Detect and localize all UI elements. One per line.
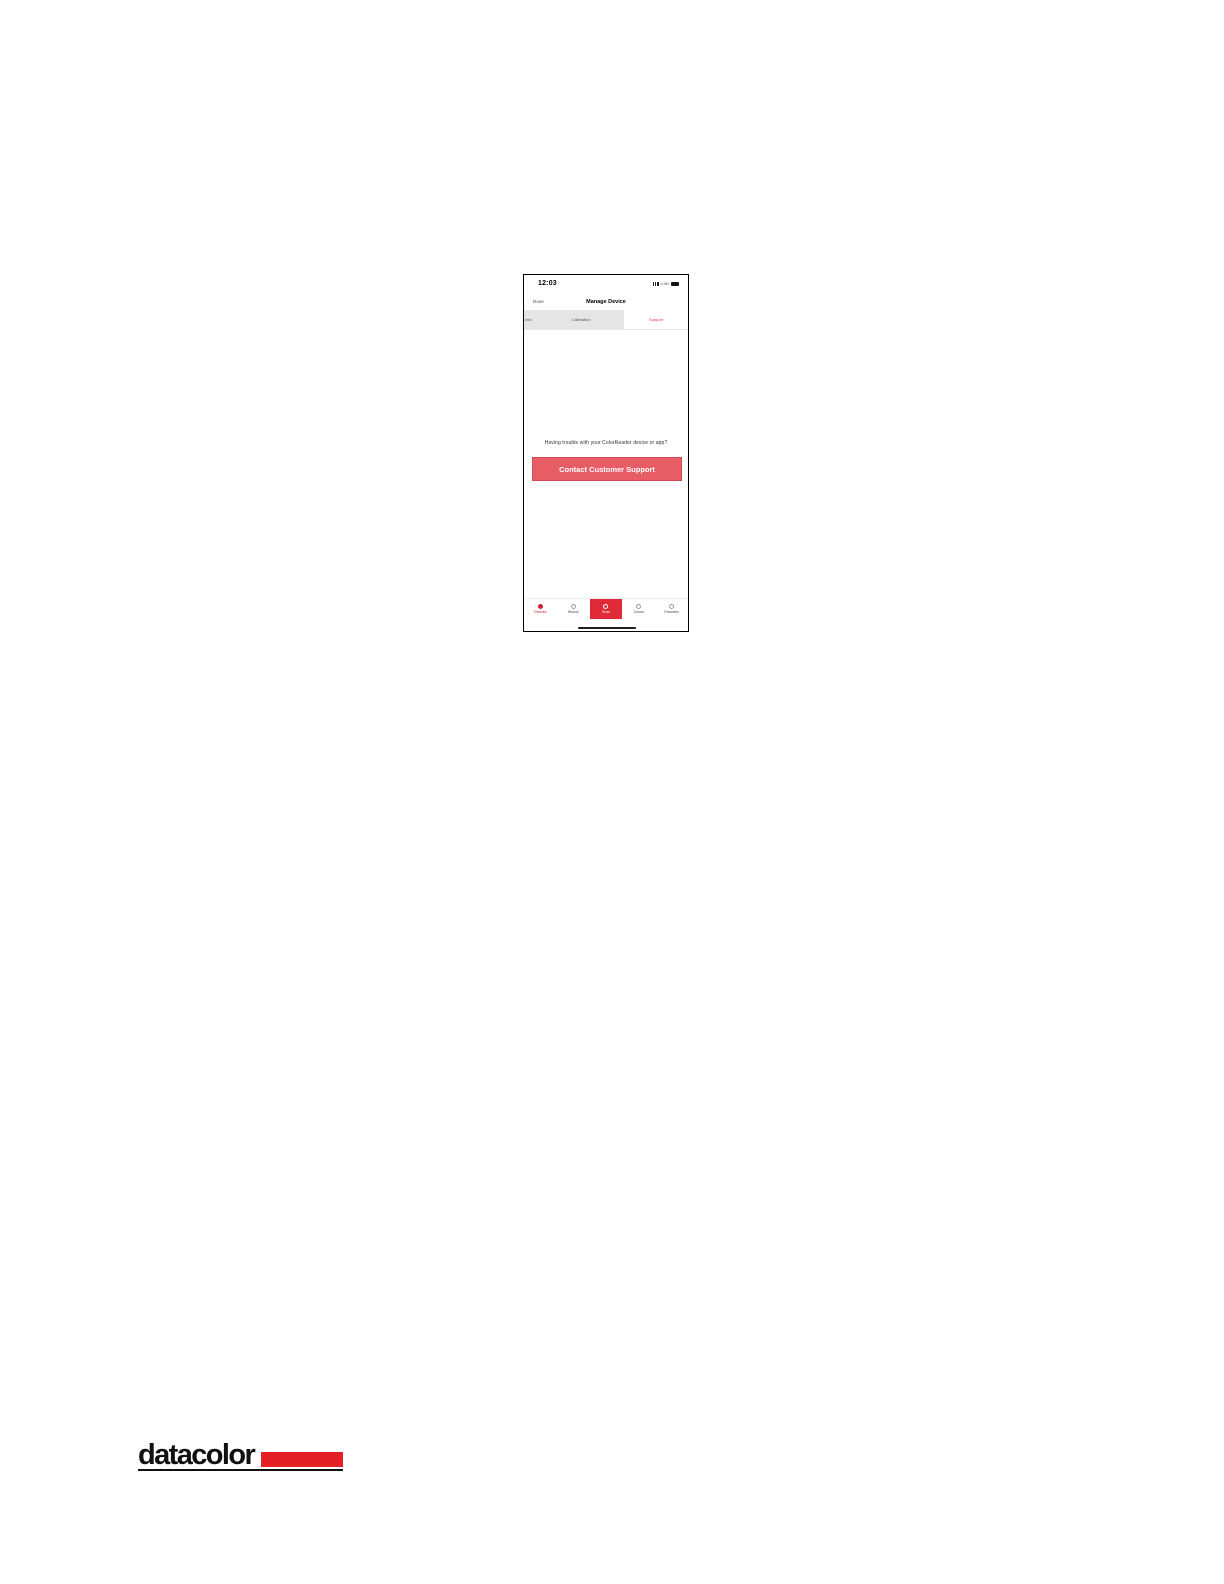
- logo-red-bar: [261, 1452, 343, 1467]
- tab-devices[interactable]: Devices: [524, 599, 557, 619]
- tab-calibration[interactable]: Calibration: [538, 310, 624, 329]
- datacolor-logo: datacolor: [138, 1440, 344, 1472]
- tab-colors-label: Colors: [633, 610, 644, 614]
- bottom-tab-bar: Devices History Scan Colors Favorites: [524, 598, 688, 619]
- logo-underline: [138, 1469, 343, 1471]
- tab-devices-label: Devices: [534, 610, 547, 614]
- logo-wordmark: datacolor: [138, 1439, 256, 1471]
- navigation-bar: Done Manage Device: [524, 297, 688, 309]
- tab-info[interactable]: Info: [524, 310, 538, 329]
- tab-history-label: History: [567, 610, 579, 614]
- page-title: Manage Device: [586, 299, 626, 305]
- favorites-icon: [669, 604, 675, 609]
- tab-scan-label: Scan: [602, 610, 610, 614]
- home-indicator: [578, 627, 636, 629]
- tab-history[interactable]: History: [557, 599, 590, 619]
- network-label: ıl 4G: [660, 281, 669, 286]
- tab-favorites[interactable]: Favorites: [655, 599, 688, 619]
- tab-scan[interactable]: Scan: [589, 599, 623, 619]
- segment-tabs: Info Calibration Support: [524, 310, 688, 330]
- status-icons: ıl 4G: [652, 281, 679, 286]
- tab-favorites-label: Favorites: [664, 610, 679, 614]
- colors-icon: [636, 604, 642, 609]
- status-bar: 12:03 ıl 4G: [524, 275, 688, 295]
- signal-icon: [652, 281, 659, 286]
- battery-icon: [671, 281, 679, 286]
- phone-screenshot: 12:03 ıl 4G Done Manage Device Info Cali…: [523, 274, 689, 632]
- scan-icon: [603, 604, 609, 609]
- tab-support[interactable]: Support: [624, 310, 688, 329]
- contact-support-button[interactable]: Contact Customer Support: [532, 457, 682, 481]
- tab-colors[interactable]: Colors: [622, 599, 655, 619]
- status-time: 12:03: [538, 280, 557, 287]
- history-icon: [570, 604, 576, 609]
- devices-icon: [537, 604, 543, 609]
- help-text: Having trouble with your ColorReader dev…: [544, 440, 668, 446]
